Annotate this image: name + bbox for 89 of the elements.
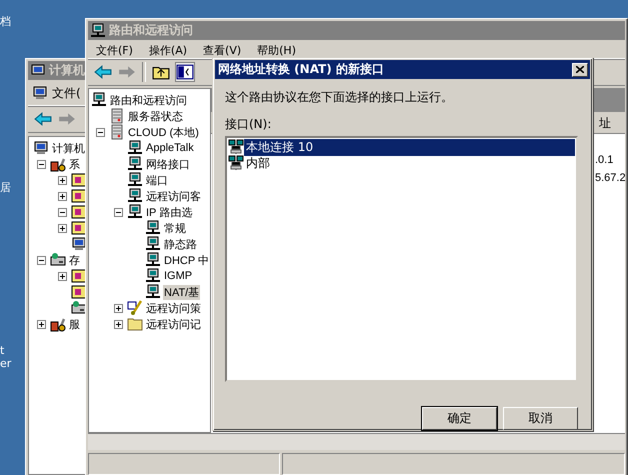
tree-item[interactable]: 系 — [68, 156, 81, 172]
ok-button[interactable]: 确定 — [422, 407, 497, 430]
dialog-title: 网络地址转换 (NAT) 的新接口 — [218, 61, 384, 78]
tree-item[interactable]: NAT/基 — [163, 284, 200, 300]
computer-icon — [33, 140, 49, 156]
expand-toggle[interactable] — [96, 128, 105, 136]
list-label: 接口(N): — [225, 116, 272, 133]
expand-toggle[interactable] — [37, 256, 46, 264]
menu-item[interactable]: 文件(F) — [96, 43, 133, 58]
tree-item[interactable]: 常规 — [163, 220, 187, 236]
network-connection-icon — [228, 139, 244, 155]
menu-item[interactable]: 文件( — [52, 84, 81, 102]
network-computer-icon — [127, 188, 143, 204]
expand-toggle[interactable] — [58, 224, 67, 232]
app-icon — [71, 220, 87, 236]
disk-drive-icon — [50, 252, 66, 268]
expand-toggle[interactable] — [37, 320, 46, 328]
network-computer-icon — [127, 140, 143, 156]
window-title: 路由和远程访问 — [109, 22, 193, 39]
tree-item[interactable]: 远程访问记 — [145, 316, 202, 332]
tree-item[interactable]: 端口 — [145, 172, 169, 188]
close-button[interactable] — [572, 62, 588, 76]
network-computer-icon — [145, 284, 161, 300]
tree-item[interactable]: 存 — [68, 252, 81, 268]
menu-item[interactable]: 帮助(H) — [257, 43, 296, 58]
app-icon — [71, 268, 87, 284]
tools-icon — [50, 156, 66, 172]
folder-icon — [127, 316, 143, 332]
tree-item[interactable]: 路由和远程访问 — [109, 92, 188, 108]
tree-item[interactable]: 网络接口 — [145, 156, 191, 172]
expand-toggle[interactable] — [58, 208, 67, 216]
expand-toggle[interactable] — [58, 176, 67, 184]
network-computer-icon — [91, 92, 107, 108]
tree-item[interactable]: CLOUD (本地) — [127, 124, 200, 140]
network-computer-icon — [145, 252, 161, 268]
menu-item[interactable]: 操作(A) — [148, 43, 188, 58]
expand-toggle[interactable] — [114, 320, 123, 328]
expand-toggle[interactable] — [114, 208, 123, 216]
column-header[interactable]: 址 — [599, 115, 611, 133]
table-cell-text: .0.1 — [595, 154, 614, 168]
expand-toggle[interactable] — [37, 160, 46, 168]
close-icon — [576, 66, 584, 73]
computer-icon — [32, 85, 48, 101]
expand-toggle[interactable] — [114, 304, 123, 312]
server-icon — [109, 108, 125, 124]
app-icon — [71, 188, 87, 204]
interface-list[interactable]: 本地连接 10 内部 — [225, 136, 578, 382]
tree-item[interactable]: 服 — [68, 316, 81, 332]
tools-icon — [50, 316, 66, 332]
network-computer-icon — [90, 22, 106, 38]
expand-toggle[interactable] — [58, 272, 67, 280]
desktop-icon-label[interactable]: t — [0, 344, 4, 357]
network-computer-icon — [145, 220, 161, 236]
policy-icon — [127, 300, 143, 316]
network-connection-icon — [228, 155, 244, 171]
network-computer-icon — [127, 156, 143, 172]
tree-item[interactable]: 计算机 — [51, 140, 86, 156]
app-icon — [71, 204, 87, 220]
server-icon — [109, 124, 125, 140]
back-arrow-icon[interactable] — [94, 63, 112, 81]
tree-item[interactable]: 服务器状态 — [127, 108, 184, 124]
menu-item[interactable]: 查看(V) — [203, 43, 242, 58]
list-item[interactable]: 本地连接 10 — [244, 138, 575, 156]
tree-item[interactable]: 远程访问客 — [145, 188, 202, 204]
message-text: 这个路由协议在您下面选择的接口上运行。 — [225, 89, 454, 106]
tree-item[interactable]: IP 路由选 — [145, 204, 194, 220]
tree-panel-icon[interactable] — [176, 63, 194, 81]
tree-item[interactable]: 远程访问策 — [145, 300, 202, 316]
table-cell-text: 5.67.2 — [595, 172, 625, 186]
tree-item[interactable]: 静态路 — [163, 236, 198, 252]
tree-item[interactable]: IGMP — [163, 270, 194, 282]
network-computer-icon — [145, 236, 161, 252]
disk-drive-icon — [71, 300, 87, 316]
app-icon — [71, 172, 87, 188]
tree-item[interactable]: DHCP 中 — [163, 252, 210, 268]
network-computer-icon — [127, 172, 143, 188]
network-computer-icon — [127, 204, 143, 220]
back-arrow-icon[interactable] — [34, 110, 52, 128]
horizontal-scrollbar[interactable] — [88, 433, 625, 450]
expand-toggle[interactable] — [58, 192, 67, 200]
network-computer-icon — [145, 268, 161, 284]
window-title: 计算机 — [49, 62, 85, 79]
desktop-icon-label[interactable]: er — [0, 357, 12, 370]
cancel-button[interactable]: 取消 — [503, 407, 578, 430]
desktop-icon-label[interactable]: 档 — [0, 14, 11, 29]
app-icon — [71, 284, 87, 300]
desktop-icon-label[interactable]: 居 — [0, 180, 11, 195]
tree-item[interactable]: AppleTalk — [145, 142, 195, 154]
list-item[interactable]: 内部 — [244, 154, 575, 172]
